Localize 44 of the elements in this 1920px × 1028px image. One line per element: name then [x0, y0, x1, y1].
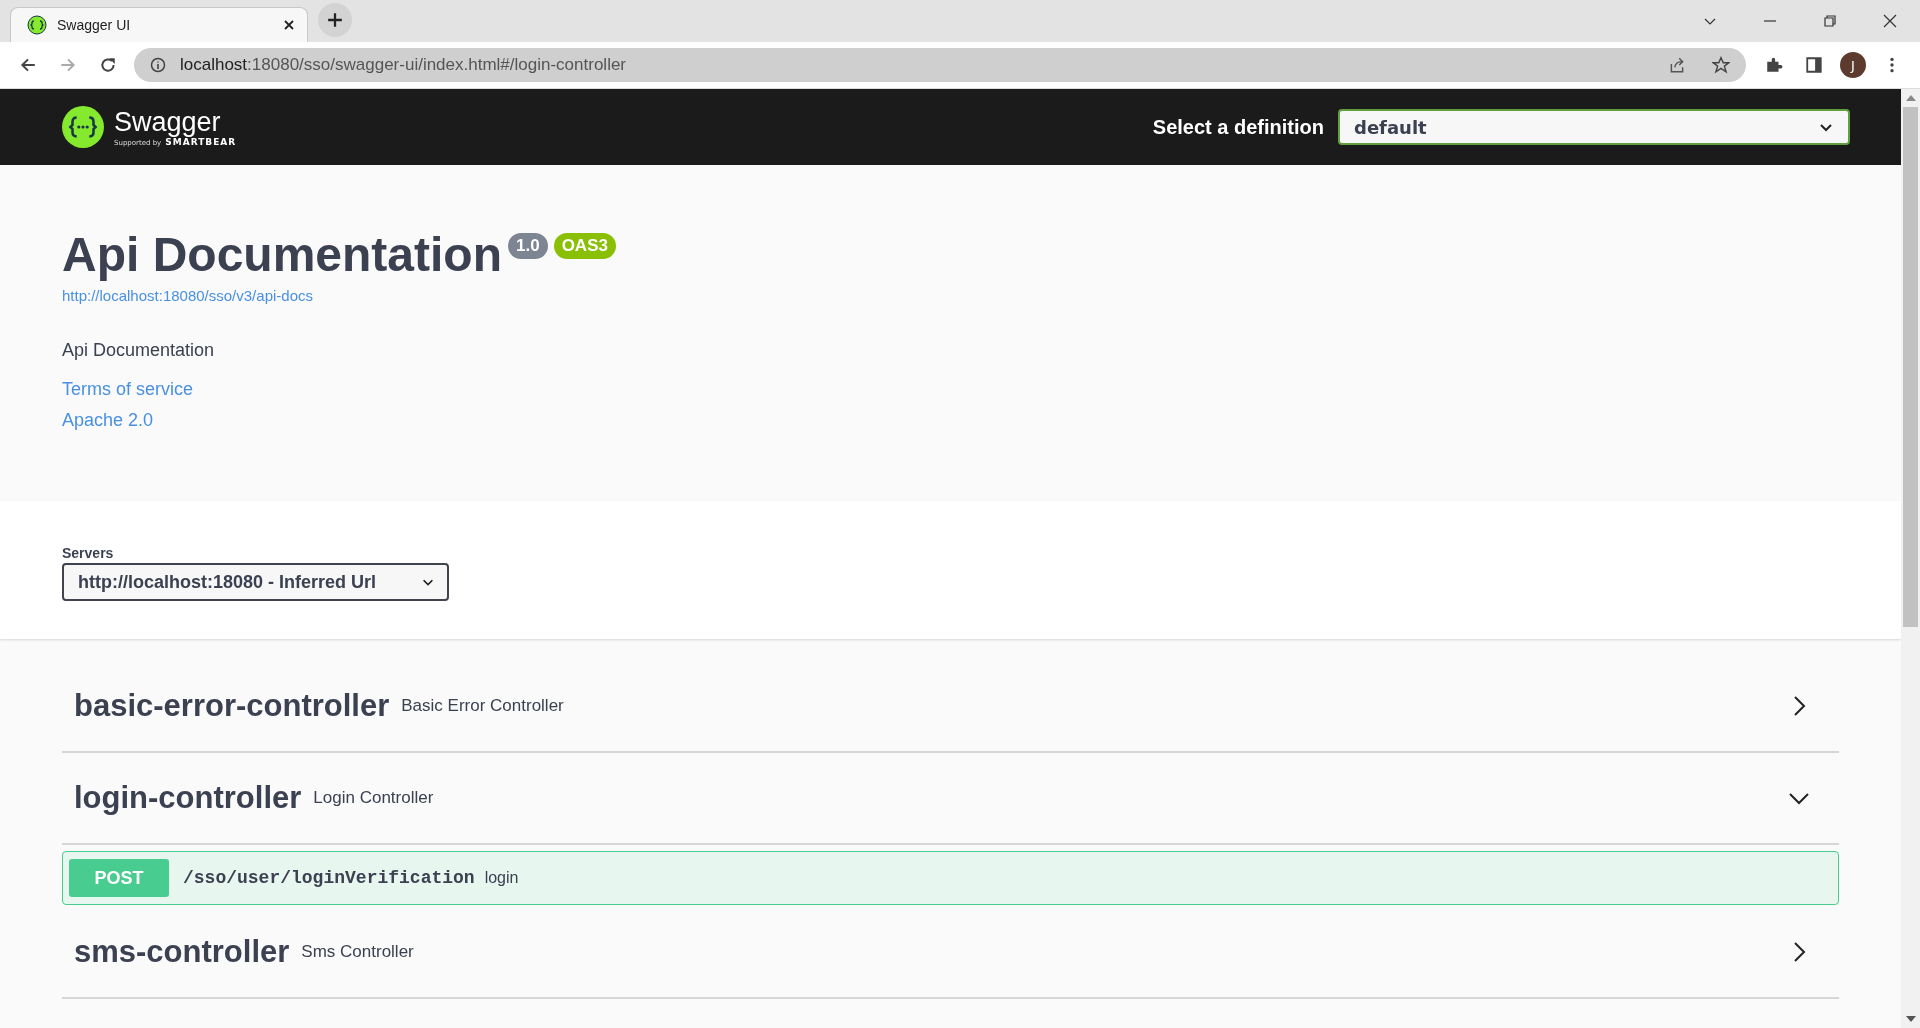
operation-path: /sso/user/loginVerification [183, 868, 475, 888]
close-icon[interactable] [283, 19, 295, 31]
tag-header[interactable]: basic-error-controller Basic Error Controller [62, 661, 1839, 753]
scroll-down-icon[interactable] [1905, 1016, 1916, 1022]
tag-description: Basic Error Controller [401, 696, 564, 716]
tag-description: Sms Controller [301, 942, 414, 962]
definition-label: Select a definition [1152, 115, 1324, 139]
reload-icon[interactable] [99, 56, 117, 74]
api-title: Api Documentation [62, 227, 502, 283]
tag-header[interactable]: login-controller Login Controller [62, 753, 1839, 845]
definition-select[interactable]: default [1338, 109, 1850, 145]
plus-icon [327, 11, 343, 28]
tag-description: Login Controller [313, 788, 434, 808]
operation-summary: login [484, 869, 519, 887]
browser-tab[interactable]: Swagger UI [10, 7, 308, 42]
logo-brand: SMARTBEAR [165, 137, 237, 147]
scroll-up-icon[interactable] [1905, 95, 1916, 101]
star-icon[interactable] [1712, 56, 1730, 74]
method-badge: POST [69, 859, 169, 897]
new-tab-button[interactable] [318, 2, 352, 37]
restore-icon[interactable] [1822, 13, 1838, 29]
servers-label: Servers [62, 545, 114, 561]
version-badge: 1.0 [508, 233, 548, 259]
address-bar[interactable]: localhost:18080/sso/swagger-ui/index.html#/login-controller [134, 48, 1746, 82]
server-select[interactable]: http://localhost:18080 - Inferred Url [62, 563, 449, 601]
tag-header[interactable]: sms-controller Sms Controller [62, 907, 1839, 999]
spec-badge: OAS3 [553, 233, 616, 259]
api-description: Api Documentation [62, 340, 215, 361]
info-icon [150, 57, 166, 73]
share-icon[interactable] [1668, 56, 1686, 74]
back-icon[interactable] [19, 56, 37, 74]
tag-name: login-controller [74, 780, 302, 816]
close-icon[interactable] [1882, 13, 1898, 29]
operation-row[interactable]: POST /sso/user/loginVerification login [62, 851, 1839, 905]
tag-name: sms-controller [74, 934, 290, 970]
profile-avatar[interactable]: J [1840, 52, 1866, 78]
tag-name: basic-error-controller [74, 688, 390, 724]
swagger-logo-icon [27, 15, 47, 35]
swagger-logo-icon [62, 106, 104, 148]
scrollbar[interactable] [1901, 89, 1920, 1028]
puzzle-icon[interactable] [1765, 56, 1783, 74]
tab-title: Swagger UI [57, 17, 132, 33]
logo-text: Swagger [114, 107, 221, 137]
side-panel-icon[interactable] [1805, 56, 1823, 74]
